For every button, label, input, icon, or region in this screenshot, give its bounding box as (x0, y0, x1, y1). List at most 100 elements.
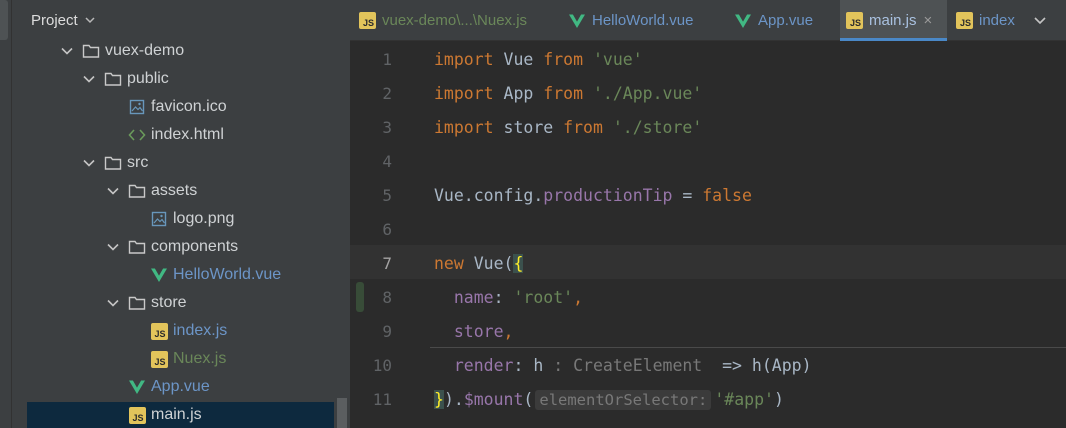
chevron-down-icon[interactable] (60, 44, 74, 58)
code-token: from (563, 118, 603, 137)
tree-item[interactable]: public (12, 65, 350, 93)
line-number: 5 (382, 186, 392, 205)
code-token: 'root' (513, 288, 574, 307)
tree-item[interactable]: vuex-demo (12, 37, 350, 65)
code-line[interactable]: render: h : CreateElement => h(App) (434, 349, 812, 383)
tree-item-label: logo.png (173, 210, 235, 227)
code-token: import (434, 50, 494, 69)
project-panel-header[interactable]: Project (12, 0, 350, 40)
tree-item[interactable]: assets (12, 177, 350, 205)
code-token: config. (473, 186, 544, 205)
tab-main-js[interactable]: JS main.js × (840, 0, 947, 41)
tab-app-vue[interactable]: App.vue (728, 0, 820, 41)
chevron-down-icon[interactable] (106, 240, 120, 254)
tree-item-label: index.js (173, 322, 228, 339)
code-token: Vue (493, 50, 544, 69)
line-number: 8 (382, 288, 392, 307)
code-token: ) (773, 390, 784, 409)
tree-item[interactable]: JS main.js (12, 401, 350, 428)
tab-helloworld-vue[interactable]: HelloWorld.vue (562, 0, 702, 41)
tree-item-label: main.js (151, 406, 202, 423)
project-panel-title: Project (31, 11, 78, 29)
tree-scrollbar[interactable] (337, 398, 347, 428)
html-file-icon (128, 127, 146, 143)
js-file-icon: JS (150, 350, 168, 368)
tree-item-label: assets (151, 182, 198, 199)
code-token: => h(App) (712, 356, 812, 375)
tree-item[interactable]: store (12, 289, 350, 317)
tab-label: vuex-demo\...\Nuex.js (382, 12, 528, 29)
code-line[interactable]: import store from './store' (434, 111, 702, 145)
tree-item[interactable]: favicon.ico (12, 93, 350, 121)
code-token: ). (443, 390, 464, 409)
code-token: = (672, 186, 703, 205)
code-line[interactable]: }).$mount(elementOrSelector: '#app') (434, 383, 784, 417)
code-token: $mount (463, 390, 524, 409)
code-line[interactable]: import App from './App.vue' (434, 77, 702, 111)
image-file-icon (128, 99, 146, 115)
tree-item[interactable]: index.html (12, 121, 350, 149)
tree-item[interactable]: components (12, 233, 350, 261)
tree-item[interactable]: JS Nuex.js (12, 345, 350, 373)
code-token: render (453, 356, 514, 375)
folder-icon (82, 43, 100, 59)
code-line[interactable]: Vue.config.productionTip = false (434, 179, 752, 213)
tree-item-label: App.vue (151, 378, 210, 395)
code-line[interactable]: import Vue from 'vue' (434, 43, 643, 77)
tab-vuex-demo-nuex-js[interactable]: JS vuex-demo\...\Nuex.js (353, 0, 541, 41)
code-token: 'vue' (592, 50, 643, 69)
code-line[interactable]: new Vue({ (434, 247, 524, 281)
tree-item-label: src (127, 154, 149, 171)
code-token: store (453, 322, 504, 341)
tree-item[interactable]: JS index.js (12, 317, 350, 345)
folder-icon (104, 71, 122, 87)
tree-item-label: HelloWorld.vue (173, 266, 282, 283)
image-file-icon (150, 211, 168, 227)
tab-label: index (979, 12, 1015, 29)
inlay-separator (430, 347, 1066, 348)
tree-item-label: public (127, 70, 169, 87)
tab-label: main.js (869, 12, 917, 29)
tree-item-label: favicon.ico (151, 98, 227, 115)
tree-item-label: Nuex.js (173, 350, 227, 367)
chevron-down-icon[interactable] (82, 72, 96, 86)
code-token: Vue( (463, 254, 514, 273)
vue-icon (568, 13, 586, 29)
line-number: 4 (382, 152, 392, 171)
chevron-down-icon[interactable] (84, 14, 96, 26)
line-number: 7 (382, 254, 392, 273)
code-editor[interactable]: 1 2 3 4 5 6 7 8 9 10 11 import Vue from 'vue' impor… (350, 41, 1066, 428)
code-token: './App.vue' (592, 84, 703, 103)
tab-index[interactable]: JS index (950, 0, 1025, 41)
tool-window-indicator[interactable] (0, 0, 8, 40)
chevron-down-icon[interactable] (106, 296, 120, 310)
js-file-icon: JS (956, 12, 973, 29)
tree-item[interactable]: App.vue (12, 373, 350, 401)
code-line[interactable]: name: 'root', (434, 281, 583, 315)
code-token: { (513, 254, 524, 273)
code-token: import (434, 118, 494, 137)
vue-icon (150, 267, 168, 283)
tree-item[interactable]: logo.png (12, 205, 350, 233)
code-token: store (493, 118, 564, 137)
js-file-icon: JS (846, 12, 863, 29)
tree-item[interactable]: src (12, 149, 350, 177)
code-token: from (543, 84, 584, 103)
code-line[interactable]: store, (434, 315, 514, 349)
code-token: productionTip (543, 186, 673, 205)
tree-item[interactable]: HelloWorld.vue (12, 261, 350, 289)
tab-label: App.vue (758, 12, 814, 29)
chevron-down-icon[interactable] (106, 184, 120, 198)
code-token: '#app' (714, 390, 774, 409)
js-file-icon: JS (150, 322, 168, 340)
chevron-down-icon[interactable] (82, 156, 96, 170)
line-number: 9 (382, 322, 392, 341)
chevron-down-icon[interactable] (1032, 13, 1048, 29)
editor-tab-bar: JS vuex-demo\...\Nuex.js HelloWorld.vue App… (350, 0, 1066, 41)
close-icon[interactable]: × (924, 12, 933, 29)
code-token: ( (523, 390, 534, 409)
js-file-icon: JS (128, 406, 146, 424)
